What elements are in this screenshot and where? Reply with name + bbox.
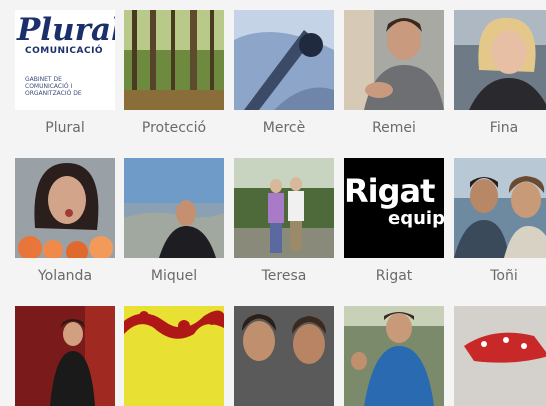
person-photo — [15, 158, 115, 258]
forest-photo — [124, 10, 224, 110]
avatar[interactable] — [15, 306, 115, 406]
rigat-logo-text: Rigat — [344, 172, 435, 210]
abstract-photo — [234, 10, 334, 110]
contact-name[interactable]: Rigat — [339, 268, 449, 284]
avatar[interactable] — [124, 306, 224, 406]
contact-name[interactable]: Teresa — [229, 268, 339, 284]
avatar[interactable] — [454, 306, 546, 406]
person-photo — [344, 10, 444, 110]
contact-name[interactable]: Remei — [339, 120, 449, 136]
plural-logo-subtitle: COMUNICACIÓ — [25, 46, 104, 56]
avatar[interactable]: Plural COMUNICACIÓ GABINET DE COMUNICACI… — [15, 10, 115, 110]
avatar[interactable] — [454, 10, 546, 110]
plural-logo-title: Plural — [17, 12, 115, 48]
contact-name[interactable]: Miquel — [119, 268, 229, 284]
food-photo — [454, 306, 546, 406]
avatar[interactable] — [234, 10, 334, 110]
contact-name[interactable]: Protecció — [119, 120, 229, 136]
avatar[interactable] — [15, 158, 115, 258]
person-photo — [454, 10, 546, 110]
contact-name[interactable]: Toñi — [449, 268, 546, 284]
people-photo — [234, 158, 334, 258]
rigat-logo-subtext: equip — [388, 208, 444, 229]
avatar[interactable] — [454, 158, 546, 258]
people-photo — [234, 306, 334, 406]
avatar[interactable] — [124, 158, 224, 258]
people-photo — [454, 158, 546, 258]
contact-name[interactable]: Plural — [10, 120, 120, 136]
avatar[interactable]: Rigat equip — [344, 158, 444, 258]
avatar[interactable] — [344, 10, 444, 110]
contact-name[interactable]: Yolanda — [10, 268, 120, 284]
avatar[interactable] — [344, 306, 444, 406]
contact-name[interactable]: Mercè — [229, 120, 339, 136]
contacts-grid: Plural COMUNICACIÓ GABINET DE COMUNICACI… — [0, 0, 546, 406]
person-photo — [344, 306, 444, 406]
contact-name[interactable]: Fina — [449, 120, 546, 136]
person-photo — [15, 306, 115, 406]
person-photo — [124, 158, 224, 258]
pattern-photo — [124, 306, 224, 406]
avatar[interactable] — [234, 306, 334, 406]
avatar[interactable] — [124, 10, 224, 110]
plural-logo-tagline: GABINET DE COMUNICACIÓ I ORGANITZACIÓ DE — [25, 76, 82, 97]
avatar[interactable] — [234, 158, 334, 258]
